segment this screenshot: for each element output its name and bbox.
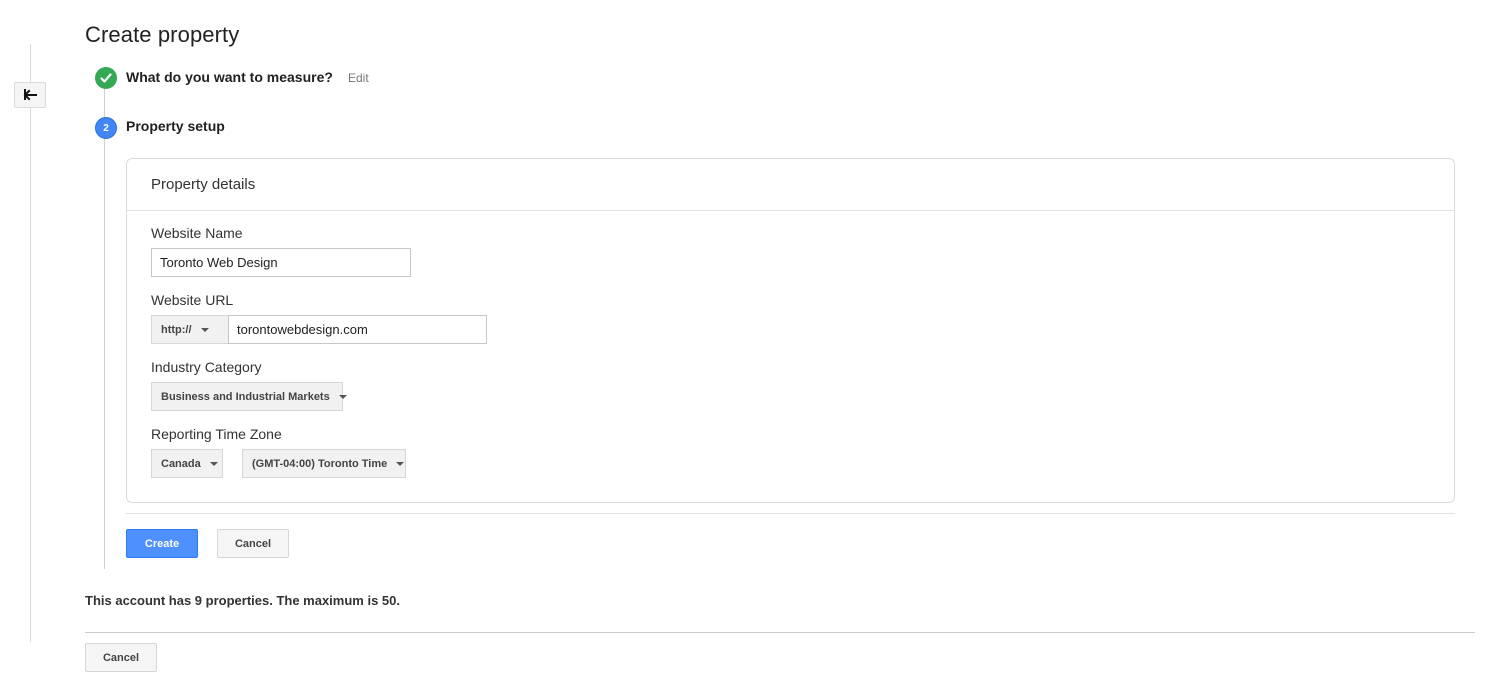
website-url-label: Website URL bbox=[151, 292, 234, 308]
step-2-label: Property setup bbox=[126, 118, 225, 134]
stepper-line bbox=[104, 88, 105, 569]
footer-cancel-button[interactable]: Cancel bbox=[85, 643, 157, 672]
left-rail-line bbox=[30, 44, 31, 642]
create-button[interactable]: Create bbox=[126, 529, 198, 558]
page-title: Create property bbox=[85, 22, 240, 47]
back-arrow-icon bbox=[23, 89, 37, 101]
property-quota-text: This account has 9 properties. The maxim… bbox=[85, 593, 400, 608]
card-header: Property details bbox=[127, 159, 1454, 211]
industry-category-dropdown[interactable]: Business and Industrial Markets bbox=[151, 382, 347, 411]
caret-down-icon bbox=[396, 461, 405, 466]
checkmark-icon bbox=[100, 73, 112, 83]
protocol-value: http:// bbox=[161, 323, 192, 336]
footer-divider bbox=[85, 632, 1475, 633]
property-details-card: Property details Website Name Website UR… bbox=[126, 158, 1455, 503]
time-zone-country-dropdown[interactable]: Canada bbox=[151, 449, 223, 478]
protocol-dropdown[interactable]: http:// bbox=[151, 315, 229, 344]
time-zone-dropdown[interactable]: (GMT-04:00) Toronto Time bbox=[242, 449, 406, 478]
actions-divider bbox=[126, 513, 1455, 514]
step-2-number-badge: 2 bbox=[95, 117, 117, 139]
time-zone-value: (GMT-04:00) Toronto Time bbox=[252, 457, 388, 470]
website-name-label: Website Name bbox=[151, 225, 243, 241]
card-title: Property details bbox=[151, 176, 256, 193]
website-url-input[interactable] bbox=[228, 315, 487, 344]
industry-category-value: Business and Industrial Markets bbox=[161, 390, 330, 403]
industry-category-label: Industry Category bbox=[151, 359, 262, 375]
step-1-label: What do you want to measure? bbox=[126, 69, 333, 85]
caret-down-icon bbox=[338, 394, 347, 399]
time-zone-country-value: Canada bbox=[161, 457, 201, 470]
cancel-button[interactable]: Cancel bbox=[217, 529, 289, 558]
reporting-time-zone-label: Reporting Time Zone bbox=[151, 426, 282, 442]
website-name-input[interactable] bbox=[151, 248, 411, 277]
step-1-edit-link[interactable]: Edit bbox=[348, 71, 369, 85]
back-button[interactable] bbox=[14, 82, 46, 108]
step-complete-badge bbox=[95, 67, 117, 89]
caret-down-icon bbox=[209, 461, 218, 466]
caret-down-icon bbox=[200, 327, 209, 332]
